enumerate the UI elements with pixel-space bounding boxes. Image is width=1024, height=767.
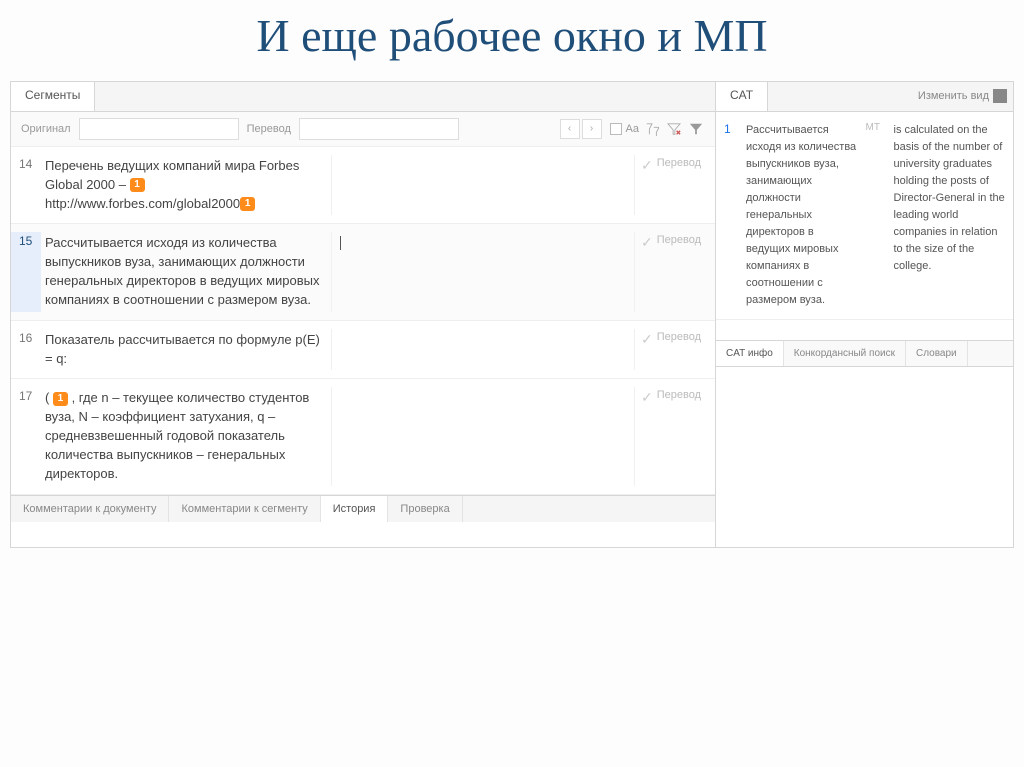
case-checkbox[interactable] xyxy=(610,123,622,135)
tab-doc-comments[interactable]: Комментарии к документу xyxy=(11,496,169,522)
check-icon: ✓ xyxy=(641,234,653,251)
tab-qa[interactable]: Проверка xyxy=(388,496,462,522)
tab-cat-info[interactable]: CAT инфо xyxy=(716,341,784,366)
nav-buttons: ‹ › xyxy=(560,119,602,139)
segment-source: Показатель рассчитывается по формуле p(E… xyxy=(41,329,331,371)
filter-bar: Оригинал Перевод ‹ › Aa xyxy=(11,112,715,147)
tab-segments[interactable]: Сегменты xyxy=(11,82,95,111)
segment-target[interactable] xyxy=(331,387,635,485)
cat-panel: CAT Изменить вид 1 Рассчитывается исходя… xyxy=(716,81,1014,549)
segment-target[interactable] xyxy=(331,232,635,311)
cat-match-row[interactable]: 1 Рассчитывается исходя из количества вы… xyxy=(716,112,1013,321)
chevron-left-icon: ‹ xyxy=(568,123,571,134)
tab-history[interactable]: История xyxy=(321,496,389,522)
right-tab-bar: CAT Изменить вид xyxy=(716,82,1013,112)
segment-target[interactable] xyxy=(331,155,635,216)
clear-filter-icon[interactable] xyxy=(665,120,683,138)
segment-row[interactable]: 16 Показатель рассчитывается по формуле … xyxy=(11,321,715,380)
prev-button[interactable]: ‹ xyxy=(560,119,580,139)
tag-badge: 1 xyxy=(240,197,255,211)
change-view-label: Изменить вид xyxy=(918,90,989,102)
segment-target[interactable] xyxy=(331,329,635,371)
segment-text: , где n – текущее количество студентов в… xyxy=(45,390,309,480)
tab-seg-comments[interactable]: Комментарии к сегменту xyxy=(169,496,320,522)
segment-source: ( 1 , где n – текущее количество студент… xyxy=(41,387,331,485)
layout-icon xyxy=(993,89,1007,103)
segment-text: ( xyxy=(45,390,53,405)
filter-tools: Aa xyxy=(610,120,705,138)
slide-title: И еще рабочее окно и МП xyxy=(0,0,1024,81)
check-icon: ✓ xyxy=(641,157,653,174)
target-filter-input[interactable] xyxy=(299,118,459,140)
source-filter-input[interactable] xyxy=(79,118,239,140)
segments-body: 14 Перечень ведущих компаний мира Forbes… xyxy=(11,147,715,495)
tab-concordance[interactable]: Конкордансный поиск xyxy=(784,341,906,366)
tab-spacer xyxy=(95,82,715,111)
tab-glossaries[interactable]: Словари xyxy=(906,341,968,366)
cat-lower-body xyxy=(716,367,1013,547)
status-text: Перевод xyxy=(657,234,701,246)
status-text: Перевод xyxy=(657,331,701,343)
filter-icon[interactable] xyxy=(687,120,705,138)
segment-text: Перечень ведущих компаний мира Forbes Gl… xyxy=(45,158,299,192)
segment-status: ✓ Перевод xyxy=(635,155,715,216)
match-number: 1 xyxy=(724,122,738,310)
text-cursor xyxy=(340,236,341,250)
tag-badge: 1 xyxy=(53,392,68,406)
change-view-button[interactable]: Изменить вид xyxy=(912,82,1013,111)
segment-source: Перечень ведущих компаний мира Forbes Gl… xyxy=(41,155,331,216)
segment-row[interactable]: 14 Перечень ведущих компаний мира Forbes… xyxy=(11,147,715,225)
tab-spacer xyxy=(768,82,912,111)
check-icon: ✓ xyxy=(641,389,653,406)
segment-status: ✓ Перевод xyxy=(635,387,715,485)
next-button[interactable]: › xyxy=(582,119,602,139)
app-container: Сегменты Оригинал Перевод ‹ › Aa xyxy=(0,81,1024,549)
format-filter-icon[interactable] xyxy=(643,120,661,138)
segment-number: 17 xyxy=(11,387,41,485)
mt-label: MT xyxy=(866,122,886,310)
cat-lower-tabs: CAT инфо Конкордансный поиск Словари xyxy=(716,340,1013,367)
target-filter-label: Перевод xyxy=(247,123,291,135)
segment-row[interactable]: 17 ( 1 , где n – текущее количество студ… xyxy=(11,379,715,494)
bottom-tabs: Комментарии к документу Комментарии к се… xyxy=(11,495,715,522)
match-source: Рассчитывается исходя из количества выпу… xyxy=(746,122,858,310)
status-text: Перевод xyxy=(657,157,701,169)
status-text: Перевод xyxy=(657,389,701,401)
segments-panel: Сегменты Оригинал Перевод ‹ › Aa xyxy=(10,81,716,549)
segment-number: 15 xyxy=(11,232,41,311)
segment-text: http://www.forbes.com/global2000 xyxy=(45,196,240,211)
chevron-right-icon: › xyxy=(590,123,593,134)
tab-cat[interactable]: CAT xyxy=(716,82,768,111)
left-tab-bar: Сегменты xyxy=(11,82,715,112)
segment-number: 14 xyxy=(11,155,41,216)
segment-number: 16 xyxy=(11,329,41,371)
segment-row[interactable]: 15 Рассчитывается исходя из количества в… xyxy=(11,224,715,320)
check-icon: ✓ xyxy=(641,331,653,348)
source-filter-label: Оригинал xyxy=(21,123,71,135)
segment-status: ✓ Перевод xyxy=(635,329,715,371)
match-target: is calculated on the basis of the number… xyxy=(894,122,1006,310)
tag-badge: 1 xyxy=(130,178,145,192)
segment-status: ✓ Перевод xyxy=(635,232,715,311)
case-label: Aa xyxy=(626,123,639,135)
segment-source: Рассчитывается исходя из количества выпу… xyxy=(41,232,331,311)
